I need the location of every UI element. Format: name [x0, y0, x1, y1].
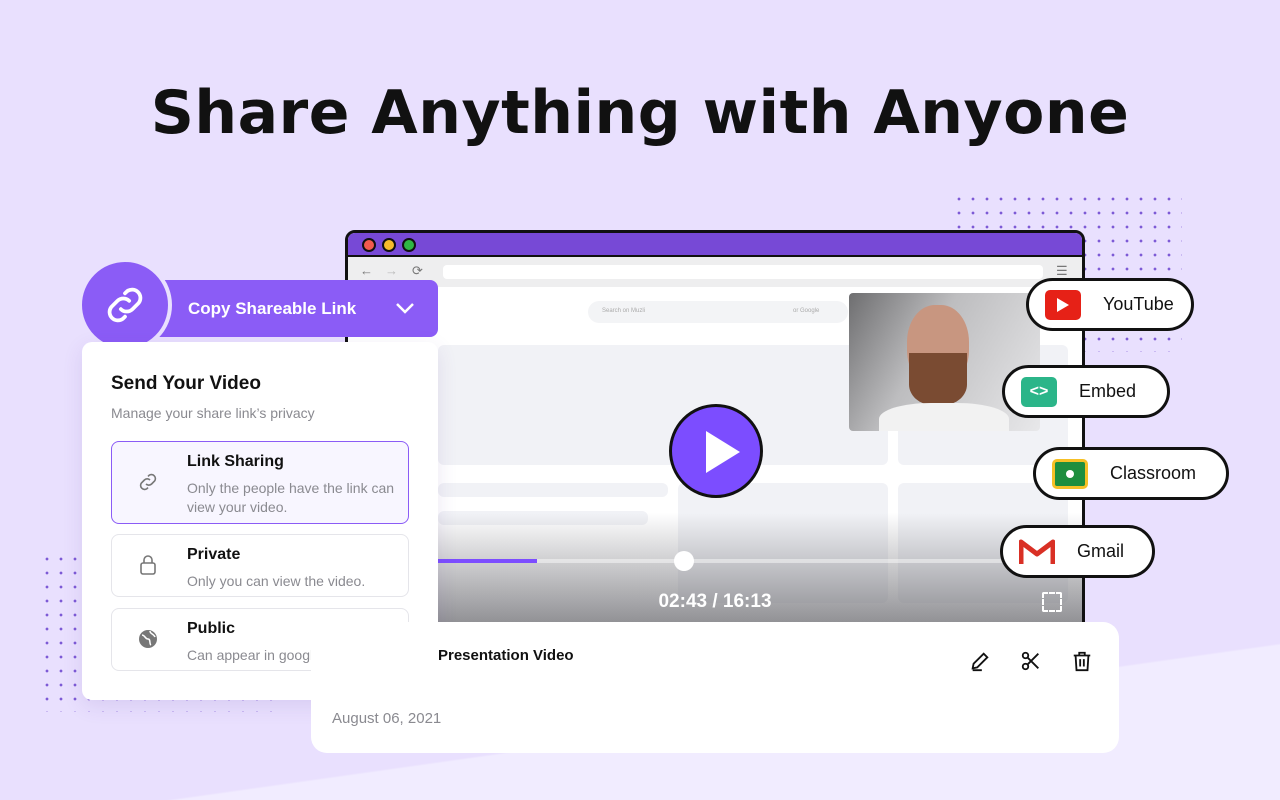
share-classroom-button[interactable]: Classroom — [1033, 447, 1229, 500]
pill-label: Classroom — [1110, 463, 1197, 483]
globe-icon — [139, 630, 157, 648]
pill-label: Gmail — [1077, 541, 1125, 561]
share-gmail-button[interactable]: Gmail — [1000, 525, 1155, 578]
link-icon — [139, 473, 157, 491]
back-icon[interactable]: ← — [360, 263, 373, 278]
option-title: Private — [187, 546, 241, 563]
pill-label: YouTube — [1103, 294, 1174, 314]
browser-toolbar: ← → ⟳ ☰ — [348, 257, 1082, 287]
option-link-sharing[interactable]: Link Sharing Only the people have the li… — [111, 441, 409, 524]
trash-icon[interactable] — [1071, 649, 1093, 673]
close-dot[interactable] — [362, 238, 376, 252]
browser-titlebar — [348, 233, 1082, 257]
search-placeholder: Search on Muzli — [602, 308, 646, 314]
content-line — [438, 483, 668, 497]
embed-icon: <> — [1021, 376, 1057, 407]
card-title: Send Your Video — [111, 373, 261, 394]
share-embed-button[interactable]: <> Embed — [1002, 365, 1170, 418]
forward-icon[interactable]: → — [385, 263, 398, 278]
play-button[interactable] — [669, 404, 763, 498]
time-display: 02:43 / 16:13 — [658, 591, 772, 612]
option-desc: Only the people have the link can view y… — [187, 480, 395, 515]
chevron-down-icon[interactable] — [395, 300, 415, 316]
youtube-icon — [1045, 289, 1081, 320]
option-title: Link Sharing — [187, 453, 284, 470]
reload-icon[interactable]: ⟳ — [412, 263, 423, 279]
gmail-icon — [1019, 539, 1055, 564]
shirt — [879, 403, 1009, 431]
copy-link-label: Copy Shareable Link — [188, 299, 357, 318]
card-subtitle: Manage your share link’s privacy — [111, 405, 315, 421]
option-desc: Only you can view the video. — [187, 573, 366, 589]
beard — [909, 353, 967, 405]
lock-icon — [140, 555, 156, 575]
pill-label: Embed — [1079, 381, 1137, 401]
menu-icon[interactable]: ☰ — [1056, 263, 1068, 279]
minimize-dot[interactable] — [382, 238, 396, 252]
video-info-card: Presentation Video August 06, 2021 — [311, 622, 1119, 753]
option-title: Public — [187, 620, 236, 637]
seek-progress — [428, 559, 537, 563]
search-alt: or Google — [793, 308, 820, 314]
address-bar[interactable] — [443, 265, 1043, 279]
maximize-dot[interactable] — [402, 238, 416, 252]
fullscreen-icon[interactable] — [1042, 592, 1062, 612]
option-private[interactable]: Private Only you can view the video. — [111, 534, 409, 597]
copy-link-button[interactable]: Copy Shareable Link — [125, 280, 438, 337]
share-youtube-button[interactable]: YouTube — [1026, 278, 1194, 331]
link-badge — [78, 258, 172, 352]
video-date: August 06, 2021 — [332, 710, 442, 727]
headline: Share Anything with Anyone — [150, 78, 1130, 148]
seek-handle[interactable] — [674, 551, 694, 571]
link-icon — [107, 287, 143, 323]
video-title: Presentation Video — [438, 647, 574, 664]
edit-icon[interactable] — [969, 650, 991, 672]
scissors-icon[interactable] — [1020, 650, 1042, 672]
classroom-icon — [1052, 458, 1088, 489]
page-search[interactable]: Search on Muzli or Google — [588, 301, 848, 323]
content-block — [438, 345, 888, 465]
